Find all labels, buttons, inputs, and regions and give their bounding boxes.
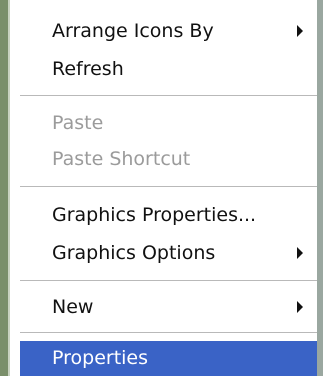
menu-separator: [20, 280, 317, 282]
menu-item-properties[interactable]: Properties: [20, 341, 317, 376]
menu-separator: [20, 186, 317, 188]
menu-item-paste: Paste: [20, 104, 317, 142]
submenu-arrow-icon: [297, 247, 303, 259]
desktop-context-menu: Arrange Icons By Refresh Paste Paste Sho…: [0, 0, 323, 376]
menu-item-label: Properties: [52, 347, 149, 369]
menu-item-label: Graphics Properties...: [52, 204, 257, 226]
menu-item-label: Paste: [52, 112, 104, 134]
menu-item-label: New: [52, 296, 94, 318]
menu-separator: [20, 332, 317, 334]
menu-item-label: Paste Shortcut: [52, 148, 191, 170]
submenu-arrow-icon: [297, 301, 303, 313]
menu-item-paste-shortcut: Paste Shortcut: [20, 140, 317, 178]
menu-item-label: Refresh: [52, 58, 124, 80]
menu-right-edge: [317, 0, 323, 376]
menu-item-label: Arrange Icons By: [52, 20, 214, 42]
menu-item-arrange-icons-by[interactable]: Arrange Icons By: [20, 12, 317, 50]
menu-separator: [20, 95, 317, 97]
submenu-arrow-icon: [297, 25, 303, 37]
menu-item-graphics-options[interactable]: Graphics Options: [20, 234, 317, 272]
menu-left-edge: [0, 0, 10, 376]
menu-item-new[interactable]: New: [20, 288, 317, 326]
menu-item-graphics-properties[interactable]: Graphics Properties...: [20, 196, 317, 234]
menu-item-label: Graphics Options: [52, 242, 216, 264]
menu-item-refresh[interactable]: Refresh: [20, 50, 317, 88]
